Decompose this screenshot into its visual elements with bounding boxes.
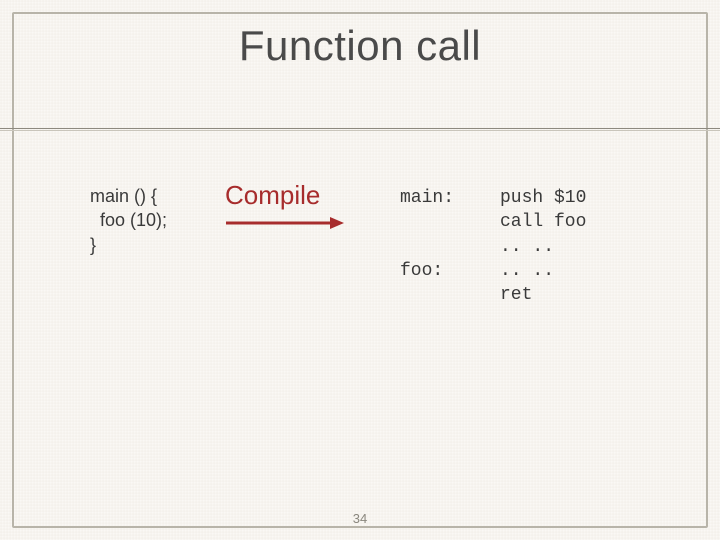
slide-border: [12, 12, 708, 528]
page-number: 34: [0, 511, 720, 526]
divider-line-shadow: [0, 130, 720, 131]
slide: Function call main () { foo (10); } Comp…: [0, 0, 720, 540]
arrow-right-icon: [226, 216, 344, 230]
assembly-labels: main: foo:: [400, 186, 454, 283]
slide-title: Function call: [0, 22, 720, 70]
divider-line: [0, 128, 720, 129]
source-code-block: main () { foo (10); }: [90, 184, 167, 257]
assembly-code: push $10 call foo .. .. .. .. ret: [500, 186, 586, 307]
compile-label: Compile: [225, 180, 320, 211]
